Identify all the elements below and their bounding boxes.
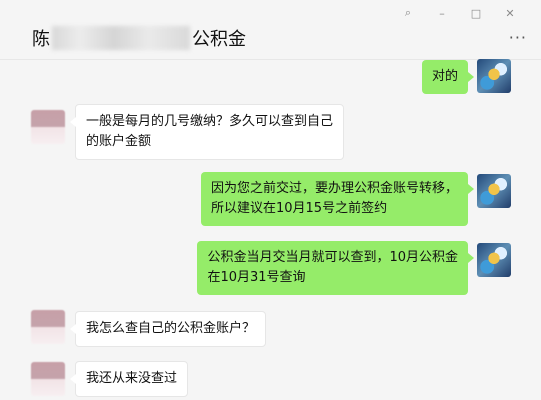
message-line: 公积金当月交当月就可以查到，10月公积金 (207, 250, 458, 265)
contact-avatar[interactable] (31, 362, 65, 396)
message-line: 我还从来没查过 (86, 371, 178, 386)
message-bubble-self: 对的 (421, 60, 475, 94)
minimize-icon[interactable]: – (425, 4, 459, 22)
window-controls: ⌕ – □ ✕ (391, 4, 527, 22)
message-line: 在10月31号查询 (207, 270, 306, 285)
message-line: 我怎么查自己的公积金账户？ (86, 321, 256, 336)
message-bubble-other: 一般是每月的几号缴纳？多久可以查到自己 的账户金额 (69, 104, 345, 160)
self-avatar[interactable] (477, 174, 511, 208)
message-line: 的账户金额 (86, 134, 152, 149)
message-line: 对的 (431, 69, 458, 84)
chat-title-prefix: 陈 (32, 29, 50, 50)
self-avatar[interactable] (477, 243, 511, 277)
pin-icon[interactable]: ⌕ (391, 4, 425, 22)
message-bubble-other: 我怎么查自己的公积金账户？ (69, 311, 267, 347)
chat-header: ⌕ – □ ✕ 陈 公积金 ··· (0, 0, 541, 60)
chat-title-suffix: 公积金 (192, 29, 246, 50)
message-bubble-self: 因为您之前交过，要办理公积金账号转移， 所以建议在10月15号之前签约 (200, 172, 475, 226)
message-line: 所以建议在10月15号之前签约 (210, 201, 388, 216)
message-line: 一般是每月的几号缴纳？多久可以查到自己 (86, 114, 334, 129)
message-bubble-self: 公积金当月交当月就可以查到，10月公积金 在10月31号查询 (197, 241, 474, 295)
close-icon[interactable]: ✕ (493, 4, 527, 22)
maximize-icon[interactable]: □ (459, 4, 493, 22)
contact-avatar[interactable] (31, 310, 65, 344)
self-avatar[interactable] (477, 59, 511, 93)
message-bubble-other: 我还从来没查过 (69, 361, 189, 397)
redacted-name (52, 26, 190, 50)
message-line: 因为您之前交过，要办理公积金账号转移， (210, 181, 458, 196)
chat-title: 陈 公积金 (32, 25, 246, 51)
more-options-icon[interactable]: ··· (509, 28, 527, 47)
contact-avatar[interactable] (31, 110, 65, 144)
